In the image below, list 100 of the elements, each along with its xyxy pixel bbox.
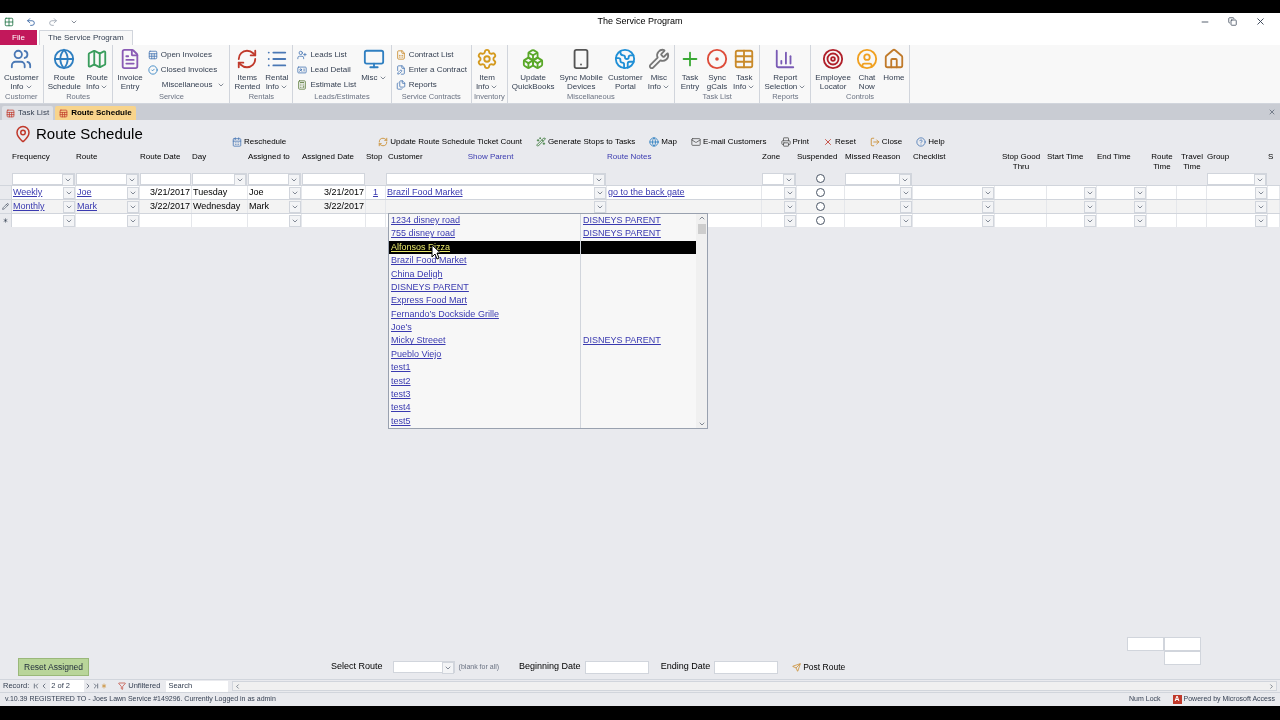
radio-button[interactable] [816, 188, 825, 197]
radio-button[interactable] [816, 202, 825, 211]
scrollbar[interactable] [696, 214, 707, 429]
document-tab[interactable]: Route Schedule [55, 106, 136, 120]
horizontal-scrollbar[interactable] [232, 681, 1277, 691]
ribbon-button[interactable]: Customer Portal [606, 48, 645, 91]
dropdown-item[interactable]: Express Food Mart [389, 294, 696, 308]
chevron-icon[interactable] [697, 214, 706, 222]
ribbon-button[interactable]: Open Invoices [147, 48, 226, 61]
ribbon-button[interactable]: Lead Detail [297, 63, 357, 76]
app-icon[interactable] [4, 16, 14, 27]
select-route-field[interactable] [392, 661, 455, 673]
ribbon-button[interactable]: Customer Info [2, 48, 41, 91]
filter-field[interactable] [140, 172, 191, 185]
dropdown-button[interactable] [784, 214, 796, 227]
toolbar-button[interactable]: Map [649, 136, 677, 148]
toolbar-button[interactable]: Close [869, 136, 903, 148]
radio-button[interactable] [816, 174, 825, 183]
dropdown-button[interactable] [1084, 214, 1096, 227]
toolbar-button[interactable]: Reset [822, 136, 856, 148]
filter-field[interactable] [1207, 172, 1267, 185]
ribbon-button[interactable]: Enter a Contract [395, 63, 467, 76]
ribbon-button[interactable]: Employee Locator [813, 48, 853, 91]
dropdown-button[interactable] [783, 173, 795, 186]
dropdown-button[interactable] [1254, 173, 1266, 186]
filter-field[interactable] [762, 172, 796, 185]
last-record-icon[interactable] [92, 682, 101, 690]
table-cell[interactable]: 1 [372, 186, 379, 199]
dropdown-button[interactable] [63, 214, 75, 227]
dropdown-button[interactable] [126, 173, 138, 186]
dropdown-button[interactable] [127, 214, 139, 227]
post-route-button[interactable]: Post Route [792, 660, 846, 674]
ribbon-button[interactable]: Route Info [84, 48, 111, 91]
toolbar-button[interactable]: Update Route Schedule Ticket Count [378, 136, 522, 148]
table-cell[interactable]: Joe [76, 186, 93, 199]
ribbon-button[interactable]: Home [880, 48, 907, 82]
show-parent-link[interactable]: Show Parent [467, 152, 514, 162]
new-record-icon[interactable] [100, 682, 109, 690]
file-tab[interactable]: File [0, 30, 37, 45]
dropdown-item[interactable]: Micky Streeet DISNEYS PARENT [389, 334, 696, 348]
restore-icon[interactable] [1228, 17, 1237, 26]
ribbon-button[interactable]: Route Schedule [45, 48, 84, 91]
close-icon[interactable] [1255, 16, 1266, 27]
ribbon-button[interactable]: Update QuickBooks [509, 48, 557, 91]
record-selector[interactable] [0, 200, 12, 213]
ribbon-button[interactable]: Misc Info [645, 48, 673, 91]
dropdown-button[interactable] [289, 214, 301, 227]
dropdown-button[interactable] [784, 200, 796, 213]
record-selector[interactable] [0, 214, 12, 227]
dropdown-button[interactable] [1084, 186, 1096, 199]
redo-icon[interactable] [48, 16, 58, 27]
dropdown-button[interactable] [593, 173, 605, 186]
dropdown-item[interactable]: test1 [389, 361, 696, 375]
table-cell[interactable]: Brazil Food Market [386, 186, 464, 199]
dropdown-item[interactable]: Fernando’s Dockside Grille [389, 307, 696, 322]
ribbon-button[interactable]: Task Entry [677, 48, 704, 91]
dropdown-button[interactable] [289, 200, 301, 213]
dropdown-button[interactable] [441, 662, 454, 674]
beginning-date-field[interactable] [584, 660, 649, 674]
ribbon-button[interactable]: Chat Now [853, 48, 880, 91]
ribbon-button[interactable]: Task Info [731, 48, 758, 91]
document-tab[interactable]: Task List [2, 106, 54, 120]
ribbon-button[interactable]: Sync gCals [704, 48, 731, 91]
ending-date-field[interactable] [714, 660, 779, 674]
dropdown-button[interactable] [900, 214, 912, 227]
dropdown-button[interactable] [900, 200, 912, 213]
dropdown-item[interactable]: Joe's [389, 321, 696, 335]
dropdown-button[interactable] [289, 186, 301, 199]
toolbar-button[interactable]: Help [916, 136, 945, 148]
toolbar-button[interactable]: Generate Stops to Tasks [535, 136, 636, 148]
dropdown-button[interactable] [982, 200, 994, 213]
dropdown-item[interactable]: 755 disney road DISNEYS PARENT [389, 227, 696, 241]
ribbon-button[interactable]: Items Rented [232, 48, 263, 91]
ribbon-button[interactable]: Misc [359, 48, 389, 82]
first-record-icon[interactable] [32, 682, 41, 690]
dropdown-button[interactable] [594, 186, 606, 199]
toolbar-button[interactable]: Print [780, 136, 809, 148]
dropdown-button[interactable] [127, 200, 139, 213]
dropdown-item[interactable]: test2 [389, 374, 696, 389]
dropdown-button[interactable] [1255, 200, 1267, 213]
dropdown-item[interactable]: DISNEYS PARENT [389, 280, 696, 295]
dropdown-button[interactable] [1134, 186, 1146, 199]
filter-field[interactable] [248, 172, 301, 185]
ribbon-tab[interactable]: The Service Program [39, 30, 133, 45]
dropdown-button[interactable] [982, 214, 994, 227]
radio-button[interactable] [816, 216, 825, 225]
ribbon-button[interactable]: Item Info [473, 48, 501, 91]
dropdown-button[interactable] [594, 200, 606, 213]
scroll-thumb[interactable] [697, 224, 706, 234]
dropdown-item[interactable]: China Deligh [389, 267, 696, 281]
reset-assigned-button[interactable]: Reset Assigned [18, 658, 90, 676]
ribbon-button[interactable]: Invoice Entry [115, 48, 145, 91]
ribbon-button[interactable]: Reports [395, 78, 467, 91]
dropdown-button[interactable] [900, 186, 912, 199]
dropdown-item[interactable]: test3 [389, 388, 696, 402]
undo-icon[interactable] [26, 16, 36, 27]
dropdown-button[interactable] [234, 173, 246, 186]
chevron-icon[interactable] [1268, 682, 1275, 690]
ribbon-button[interactable]: Closed Invoices [147, 63, 226, 76]
table-cell[interactable]: go to the back gate [607, 186, 686, 199]
